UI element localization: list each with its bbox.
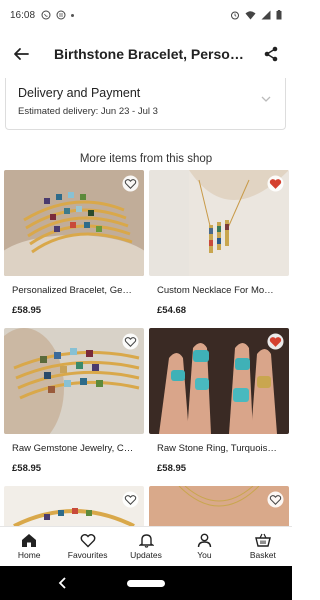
product-price: £58.95 bbox=[12, 463, 42, 474]
alarm-icon bbox=[231, 11, 239, 20]
heart-outline-icon[interactable] bbox=[122, 175, 139, 192]
delivery-title: Delivery and Payment bbox=[18, 86, 141, 100]
delivery-estimate: Estimated delivery: Jun 23 - Jul 3 bbox=[18, 106, 158, 117]
app-header: Birthstone Bracelet, Personaliz… bbox=[0, 30, 292, 78]
product-image[interactable] bbox=[149, 328, 289, 434]
nav-updates[interactable]: Updates bbox=[117, 527, 175, 566]
back-button[interactable] bbox=[10, 43, 32, 65]
delivery-payment-section[interactable]: Delivery and Payment Estimated delivery:… bbox=[5, 78, 286, 130]
notification-dot bbox=[71, 13, 75, 17]
nav-you[interactable]: You bbox=[175, 527, 233, 566]
status-time: 16:08 bbox=[10, 9, 36, 21]
home-icon bbox=[22, 534, 37, 547]
more-items-heading: More items from this shop bbox=[79, 153, 213, 165]
heart-outline-icon[interactable] bbox=[122, 333, 139, 350]
nav-basket-label: Basket bbox=[249, 550, 276, 560]
product-card[interactable]: Raw Gemstone Jewelry, C… £58.95 bbox=[4, 328, 144, 474]
heart-outline-icon[interactable] bbox=[267, 491, 284, 508]
product-grid: Personalized Bracelet, Ge… £58.95 Custom… bbox=[0, 170, 292, 526]
product-image[interactable] bbox=[149, 486, 289, 526]
page-title: Birthstone Bracelet, Personaliz… bbox=[54, 46, 246, 62]
sync-icon bbox=[56, 10, 66, 20]
bottom-nav: Home Favourites Updates You Basket bbox=[0, 526, 292, 566]
product-name: Personalized Bracelet, Ge… bbox=[12, 285, 132, 296]
product-image[interactable] bbox=[149, 170, 289, 276]
product-card[interactable]: Personalized Bracelet, Ge… £58.95 bbox=[4, 170, 144, 316]
nav-home-label: Home bbox=[17, 550, 41, 560]
heart-filled-icon[interactable] bbox=[267, 175, 284, 192]
cell-signal-icon bbox=[261, 10, 271, 20]
bell-icon bbox=[138, 534, 154, 548]
nav-you-label: You bbox=[197, 550, 212, 560]
product-image[interactable] bbox=[4, 328, 144, 434]
nav-updates-label: Updates bbox=[130, 550, 162, 560]
product-price: £58.95 bbox=[157, 463, 187, 474]
product-image[interactable] bbox=[4, 170, 144, 276]
user-icon bbox=[197, 533, 212, 548]
product-name: Custom Necklace For Mo… bbox=[157, 285, 274, 296]
share-icon bbox=[264, 46, 278, 62]
status-bar: 16:08 bbox=[0, 0, 292, 30]
share-button[interactable] bbox=[260, 43, 282, 65]
system-nav-bar bbox=[0, 566, 292, 600]
nav-basket[interactable]: Basket bbox=[234, 527, 292, 566]
system-back-icon[interactable] bbox=[58, 576, 68, 590]
product-name: Raw Stone Ring, Turquois… bbox=[157, 443, 277, 454]
product-price: £58.95 bbox=[12, 305, 42, 316]
heart-icon bbox=[80, 534, 96, 548]
product-image[interactable] bbox=[4, 486, 144, 526]
chevron-down-icon bbox=[261, 96, 271, 102]
basket-icon bbox=[254, 533, 271, 547]
product-card[interactable] bbox=[4, 486, 144, 526]
product-card[interactable] bbox=[149, 486, 289, 526]
system-home-pill[interactable] bbox=[127, 580, 165, 587]
product-name: Raw Gemstone Jewelry, C… bbox=[12, 443, 134, 454]
product-price: £54.68 bbox=[157, 305, 187, 316]
nav-favourites[interactable]: Favourites bbox=[58, 527, 116, 566]
wifi-icon bbox=[245, 11, 256, 20]
product-card[interactable]: Custom Necklace For Mo… £54.68 bbox=[149, 170, 289, 316]
nav-favourites-label: Favourites bbox=[67, 550, 108, 560]
product-card[interactable]: Raw Stone Ring, Turquois… £58.95 bbox=[149, 328, 289, 474]
heart-outline-icon[interactable] bbox=[122, 491, 139, 508]
whatsapp-icon bbox=[41, 10, 51, 20]
arrow-back-icon bbox=[14, 48, 29, 60]
battery-icon bbox=[276, 10, 282, 20]
nav-home[interactable]: Home bbox=[0, 527, 58, 566]
heart-filled-icon[interactable] bbox=[267, 333, 284, 350]
